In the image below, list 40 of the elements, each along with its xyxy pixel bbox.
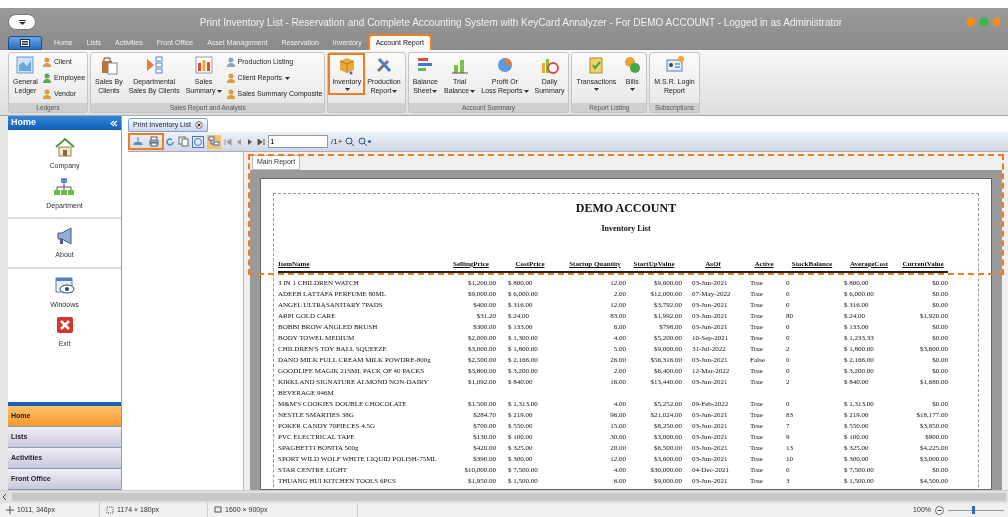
horizontal-scrollbar[interactable] [12, 493, 1006, 501]
selection-icon [106, 506, 114, 514]
close-icon[interactable] [194, 121, 203, 129]
collapse-icon[interactable] [110, 119, 118, 127]
report-subtitle: Inventory List [600, 223, 652, 235]
screen-icon [214, 506, 222, 514]
document-icon [20, 39, 30, 47]
window-title: Print Inventory List - Reservation and Complete Accounting System with KeyCard Annalyzer - For DEMO ACCOUNT - Logged in as Administrator [198, 15, 844, 30]
page-setup-icon[interactable] [132, 136, 144, 147]
printer-icon[interactable] [148, 136, 160, 147]
sidebar-title: Home [11, 116, 36, 130]
person-icon [41, 73, 52, 83]
report-title: DEMO ACCOUNT [574, 200, 678, 217]
window-eye-icon [53, 274, 76, 297]
page-number-field[interactable]: 1 [268, 135, 328, 148]
id-card-icon [664, 55, 685, 75]
next-page-icon[interactable] [246, 137, 254, 146]
slider-thumb[interactable] [971, 506, 975, 514]
quick-access-button[interactable] [8, 14, 36, 30]
person-icon [41, 89, 52, 99]
flowchart-icon [144, 55, 165, 75]
zoom-icon[interactable] [358, 136, 373, 147]
zoom-slider[interactable] [948, 506, 1004, 514]
search-icon[interactable] [345, 136, 356, 147]
coins-icon [622, 55, 643, 75]
person-icon [41, 57, 52, 67]
refresh-icon[interactable] [165, 136, 175, 147]
crosshair-icon [6, 506, 14, 514]
chart-icon [15, 55, 36, 75]
last-page-icon[interactable] [257, 137, 265, 146]
bar-chart-icon [193, 55, 214, 75]
app-menu-button[interactable] [8, 36, 42, 50]
house-icon [53, 136, 76, 158]
network-icon [53, 175, 76, 198]
caret-down-icon [18, 19, 26, 25]
copy-icon[interactable] [178, 136, 189, 147]
zoom-out-button[interactable] [935, 505, 944, 515]
tree-view-icon[interactable] [207, 134, 221, 149]
first-page-icon[interactable] [224, 137, 232, 146]
page-count: /1+ [331, 135, 343, 148]
